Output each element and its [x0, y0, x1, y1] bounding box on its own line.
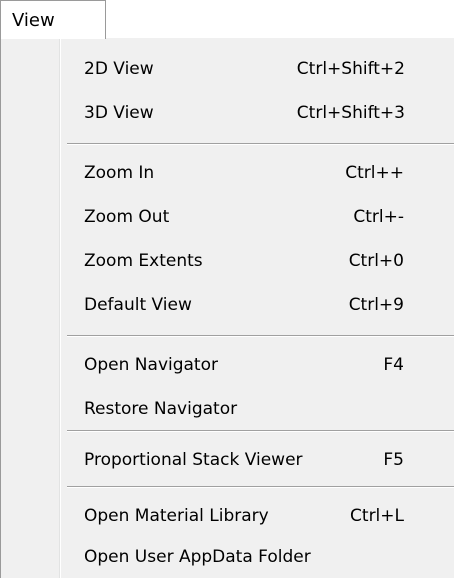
menu-item-2d-view[interactable]: 2D View Ctrl+Shift+2 [65, 49, 451, 87]
menu-item-shortcut: Ctrl+9 [348, 295, 404, 315]
menu-item-label: Proportional Stack Viewer [84, 450, 303, 470]
menu-item-shortcut: Ctrl+L [350, 506, 404, 526]
menu-view-label: View [12, 10, 55, 31]
view-dropdown-menu: 2D View Ctrl+Shift+2 3D View Ctrl+Shift+… [0, 38, 454, 578]
screen: View 2D View Ctrl+Shift+2 3D View Ctrl+S… [0, 0, 454, 578]
menu-item-label: Zoom Out [84, 207, 170, 227]
menu-item-label: Zoom In [84, 163, 155, 183]
menu-item-proportional-stack-viewer[interactable]: Proportional Stack Viewer F5 [65, 440, 451, 478]
menu-item-shortcut: Ctrl+0 [348, 251, 404, 271]
menu-item-open-user-appdata-folder[interactable]: Open User AppData Folder [65, 537, 451, 575]
menu-item-shortcut: F5 [383, 450, 404, 470]
menu-separator [67, 143, 454, 145]
menu-item-zoom-in[interactable]: Zoom In Ctrl++ [65, 153, 451, 191]
menu-item-default-view[interactable]: Default View Ctrl+9 [65, 285, 451, 323]
menu-item-open-navigator[interactable]: Open Navigator F4 [65, 345, 451, 383]
menu-item-label: Open Navigator [84, 355, 218, 375]
menu-item-label: 2D View [84, 59, 154, 79]
menu-item-label: Zoom Extents [84, 251, 203, 271]
menu-item-shortcut: Ctrl+Shift+2 [296, 59, 405, 79]
menu-item-label: Restore Navigator [84, 399, 238, 419]
menu-item-zoom-extents[interactable]: Zoom Extents Ctrl+0 [65, 241, 451, 279]
menu-item-shortcut: F4 [383, 355, 404, 375]
menu-item-shortcut: Ctrl++ [345, 163, 404, 183]
menu-item-3d-view[interactable]: 3D View Ctrl+Shift+3 [65, 93, 451, 131]
menu-item-shortcut: Ctrl+Shift+3 [296, 103, 405, 123]
menu-separator [67, 335, 454, 337]
menu-item-label: 3D View [84, 103, 154, 123]
menu-item-restore-navigator[interactable]: Restore Navigator [65, 389, 451, 427]
menu-separator [67, 486, 454, 488]
menu-item-label: Default View [84, 295, 192, 315]
menu-view[interactable]: View [0, 0, 106, 39]
menu-item-label: Open Material Library [84, 506, 269, 526]
menu-item-label: Open User AppData Folder [84, 547, 311, 567]
menu-separator [67, 430, 454, 432]
menu-item-shortcut: Ctrl+- [353, 207, 404, 227]
menu-item-zoom-out[interactable]: Zoom Out Ctrl+- [65, 197, 451, 235]
menu-item-open-material-library[interactable]: Open Material Library Ctrl+L [65, 496, 451, 534]
menu-icon-gutter [1, 38, 60, 578]
